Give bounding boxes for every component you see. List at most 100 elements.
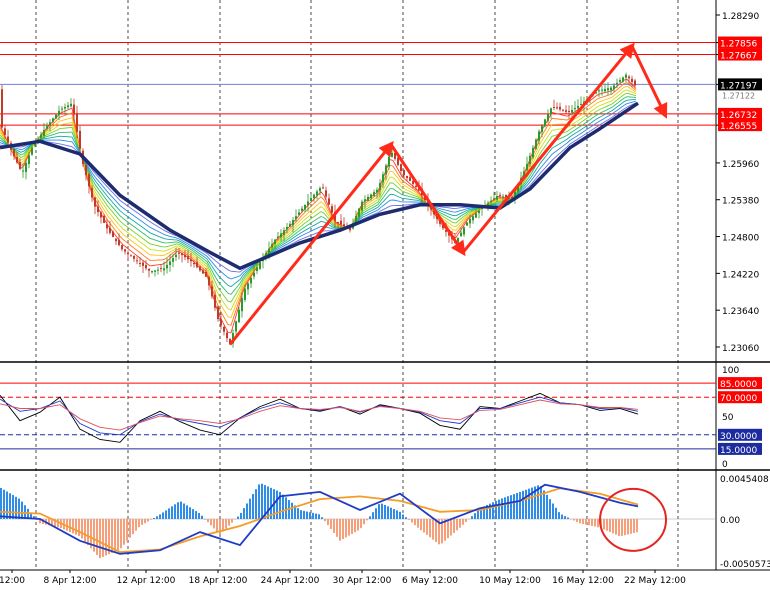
candle-body [370,194,372,199]
candle-body [616,82,618,85]
candle-body [283,230,285,235]
candle-body [619,80,621,82]
macd-hist-bar [627,519,629,535]
candle-body [415,185,417,187]
price-tick-label: 1.28290 [722,12,759,22]
candle-body [223,326,225,332]
candle-body [298,212,300,215]
candle-body [58,110,60,115]
candle-body [496,196,498,200]
macd-hist-bar [618,519,620,536]
candle-body [280,233,282,238]
macd-hist-bar [321,517,323,519]
macd-hist-bar [261,483,263,519]
macd-hist-bar [135,519,137,531]
macd-hist-bar [303,510,305,519]
macd-hist-bar [21,501,23,519]
candle-body [67,105,69,108]
candle-body [574,107,576,110]
macd-hist-bar [459,519,461,528]
macd-hist-bar [243,508,245,519]
macd-hist-bar [231,519,233,523]
macd-hist-bar [621,519,623,536]
macd-hist-bar [573,519,575,521]
time-tick-label: 30 Apr 12:00 [333,576,392,586]
candle-body [538,131,540,141]
macd-hist-bar [591,519,593,526]
candle-body [571,110,573,113]
macd-hist-bar [312,512,314,519]
candle-body [163,268,165,271]
candle-body [289,223,291,227]
candle-body [70,103,72,107]
macd-hist-bar [630,519,632,534]
candle-body [73,104,75,115]
macd-hist-bar [282,494,284,519]
macd-hist-bar [309,512,311,519]
macd-hist-bar [603,519,605,530]
candle-body [547,113,549,121]
macd-hist-bar [612,519,614,534]
macd-hist-bar [564,516,566,519]
macd-hist-bar [150,519,152,520]
price-tick-label: 1.27856 [720,40,757,50]
macd-hist-bar [471,516,473,519]
macd-hist-bar [165,510,167,519]
osc-tick-label: 85.0000 [720,380,757,390]
candle-body [199,266,201,271]
candle-body [319,188,321,192]
macd-hist-bar [102,519,104,557]
candle-body [322,187,324,189]
macd-hist-bar [141,519,143,525]
osc-tick-label: 30.0000 [720,432,757,442]
candle-body [103,215,105,223]
macd-hist-bar [351,519,353,534]
macd-hist-bar [474,513,476,519]
candle-body [493,198,495,200]
macd-hist-bar [18,498,20,519]
candle-body [238,309,240,323]
macd-hist-bar [609,519,611,533]
macd-hist-bar [504,497,506,519]
macd-hist-bar [198,512,200,519]
macd-tick-label: 0.0045408 [720,475,769,485]
candle-body [160,268,162,270]
macd-hist-bar [582,519,584,525]
macd-hist-bar [258,484,260,519]
macd-hist-bar [69,519,71,533]
candle-body [31,147,33,155]
candle-body [100,212,102,218]
candle-body [196,262,198,268]
macd-hist-bar [426,519,428,535]
candle-body [79,130,81,149]
candle-body [136,260,138,262]
candle-body [553,106,555,108]
macd-hist-bar [594,519,596,527]
candle-body [607,88,609,91]
candle-body [535,139,537,149]
macd-hist-bar [9,493,11,519]
candle-body [304,204,306,210]
candle-body [559,106,561,110]
candle-body [631,78,633,82]
candle-body [601,89,603,91]
macd-hist-bar [15,496,17,519]
macd-hist-bar [420,519,422,531]
candle-body [406,175,408,179]
candle-body [376,189,378,193]
candle-body [532,147,534,158]
macd-hist-bar [354,519,356,533]
candle-body [118,239,120,246]
candle-body [112,231,114,237]
macd-hist-bar [87,519,89,546]
price-tick-label: 1.25960 [722,160,759,170]
macd-hist-bar [450,519,452,536]
candle-body [97,206,99,213]
macd-hist-bar [402,514,404,519]
candle-body [4,128,6,135]
macd-hist-bar [255,489,257,519]
macd-hist-bar [615,519,617,535]
candle-body [568,110,570,113]
macd-hist-bar [99,519,101,559]
macd-hist-bar [171,506,173,519]
